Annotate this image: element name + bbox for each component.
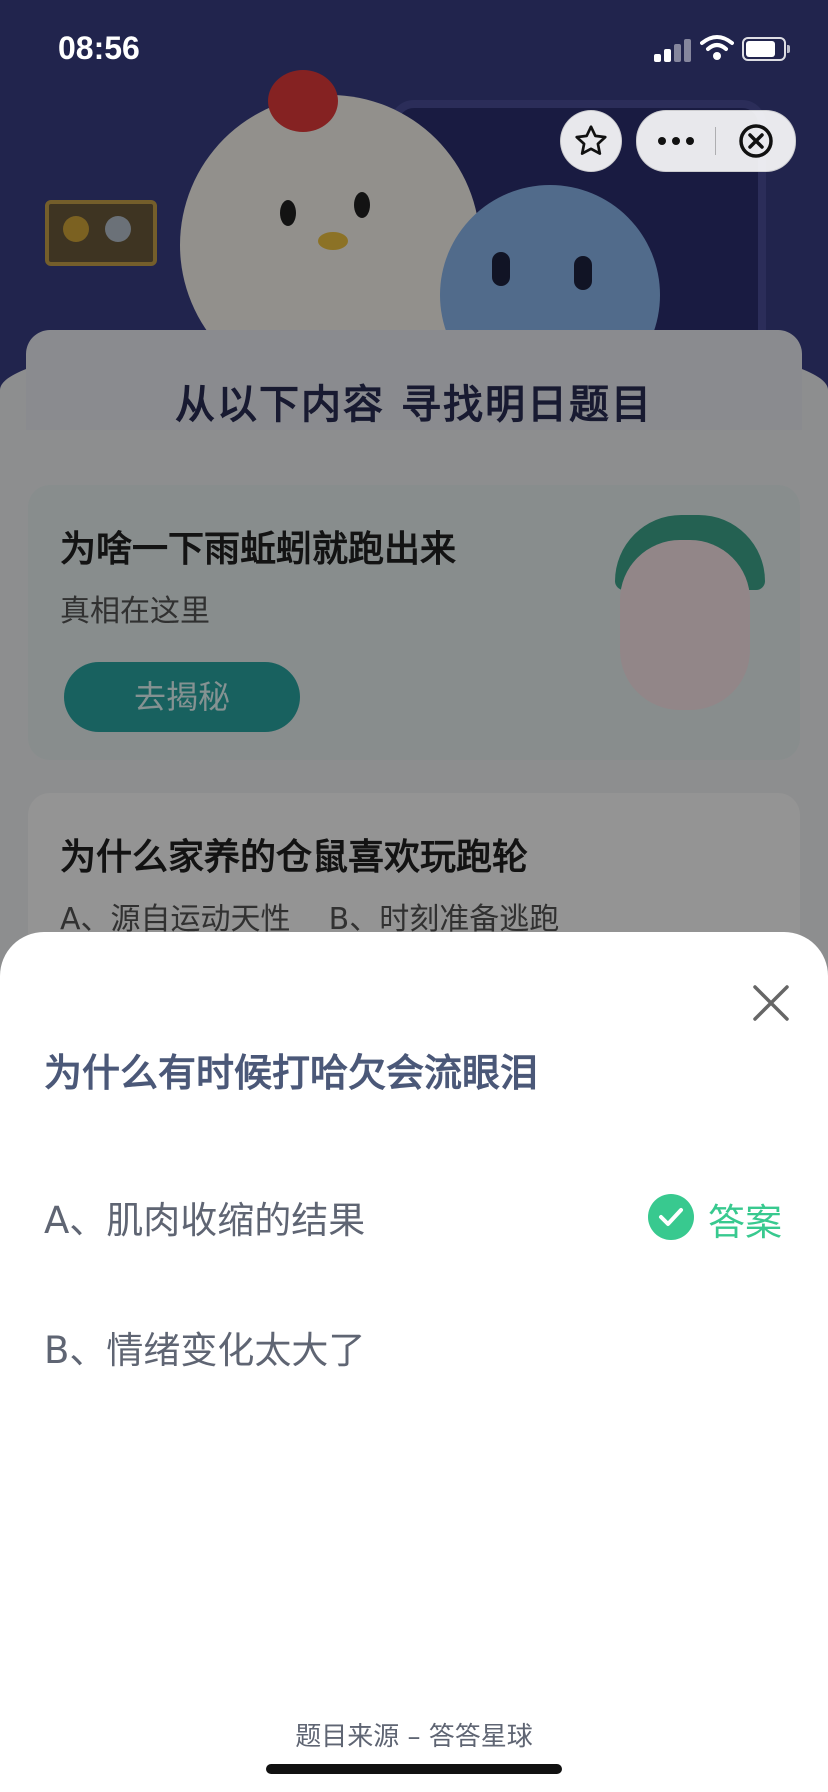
battery-icon [742, 37, 790, 61]
option-a[interactable]: A、肌肉收缩的结果 答案 [0, 1170, 828, 1260]
question-source: 题目来源 – 答答星球 [295, 1722, 533, 1752]
answer-label: 答案 [708, 1201, 782, 1244]
option-label: A、肌肉收缩的结果 [44, 1199, 366, 1242]
close-circle-icon [738, 124, 773, 158]
close-icon [753, 985, 789, 1021]
ellipsis-icon [658, 137, 694, 145]
cellular-signal-icon [654, 38, 696, 62]
option-label: B、情绪变化太大了 [44, 1329, 366, 1372]
sheet-close-button[interactable] [740, 972, 802, 1034]
favorite-button[interactable] [560, 110, 622, 172]
menu-capsule [636, 110, 796, 172]
check-circle-icon [648, 1194, 694, 1240]
question-title: 为什么有时候打哈欠会流眼泪 [44, 1051, 539, 1095]
more-button[interactable] [637, 111, 715, 171]
close-miniprogram-button[interactable] [716, 111, 795, 171]
answer-sheet: 为什么有时候打哈欠会流眼泪 A、肌肉收缩的结果 答案 B、情绪变化太大了 [0, 932, 828, 1792]
wifi-icon [700, 35, 734, 60]
star-icon [575, 125, 607, 155]
home-indicator[interactable] [266, 1764, 562, 1774]
status-time: 08:56 [58, 30, 140, 66]
option-b[interactable]: B、情绪变化太大了 [0, 1300, 828, 1390]
status-bar: 08:56 [0, 0, 828, 100]
